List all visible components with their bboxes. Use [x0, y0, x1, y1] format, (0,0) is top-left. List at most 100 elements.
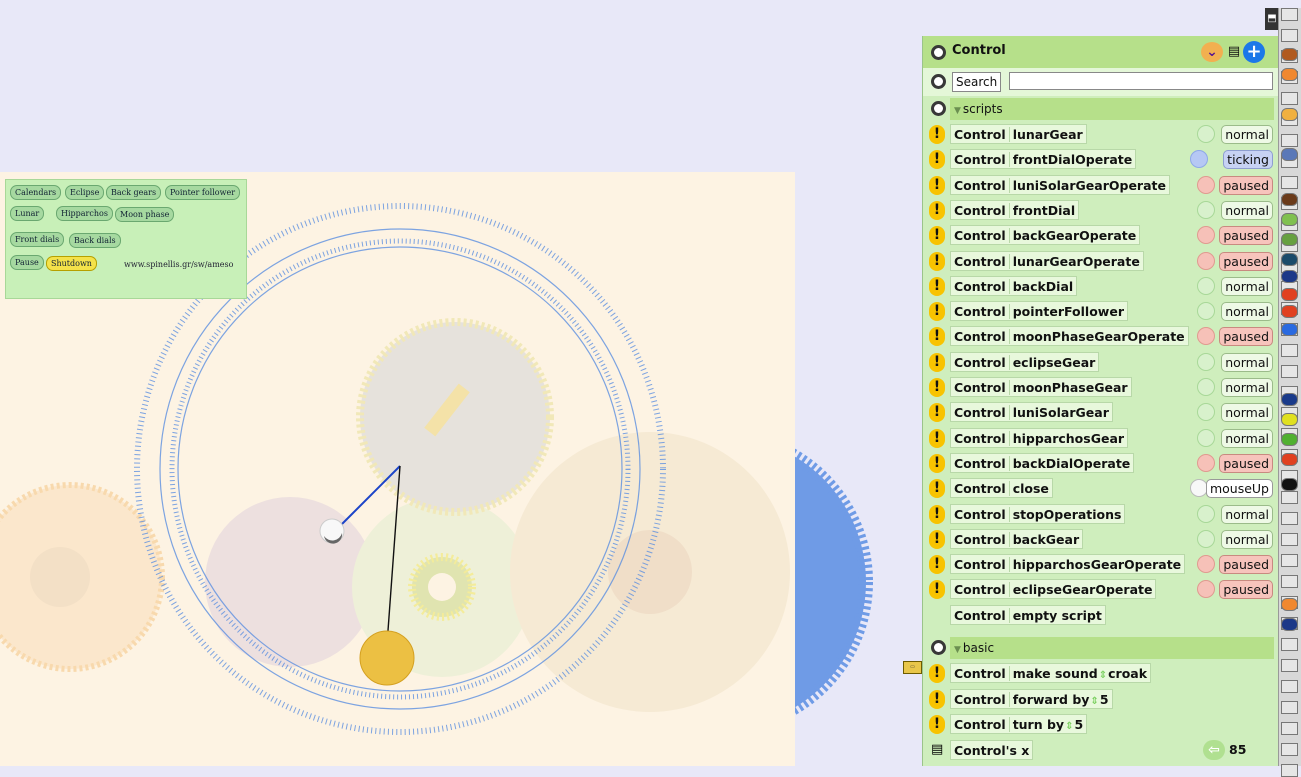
palette-swatch[interactable] — [1281, 680, 1298, 693]
status-label[interactable]: paused — [1219, 175, 1273, 195]
exclamation-icon[interactable]: ! — [929, 125, 945, 144]
front-dials-button[interactable]: Front dials — [10, 232, 65, 247]
exclamation-icon[interactable]: ! — [929, 529, 945, 549]
script-status[interactable]: normal — [1197, 276, 1273, 296]
script-tile[interactable]: Control backGearOperate — [950, 225, 1141, 246]
eclipse-button[interactable]: Eclipse — [65, 185, 105, 200]
command-tile[interactable]: Control turn by⇕5 — [950, 714, 1088, 735]
clock-icon[interactable] — [1197, 251, 1216, 270]
status-label[interactable]: normal — [1221, 125, 1273, 144]
script-tile[interactable]: Control backDial — [950, 275, 1078, 296]
palette-color-swatch[interactable] — [1281, 148, 1298, 161]
palette-color-swatch[interactable] — [1281, 68, 1298, 81]
exclamation-icon[interactable]: ! — [929, 453, 945, 473]
clock-icon[interactable] — [1197, 453, 1216, 472]
moon-phase-button[interactable]: Moon phase — [115, 207, 175, 222]
list-menu-icon[interactable]: ▤ — [1226, 43, 1242, 61]
exclamation-icon[interactable]: ! — [929, 352, 945, 372]
clock-icon[interactable] — [1197, 327, 1216, 346]
script-tile[interactable]: Control luniSolarGearOperate — [950, 174, 1170, 195]
status-label[interactable]: normal — [1221, 529, 1273, 549]
script-tile[interactable]: Control eclipseGearOperate — [950, 579, 1157, 600]
status-label[interactable]: normal — [1221, 276, 1273, 296]
status-label[interactable]: ticking — [1223, 150, 1273, 170]
script-status[interactable]: paused — [1197, 225, 1273, 246]
script-status[interactable]: paused — [1197, 326, 1273, 347]
palette-swatch[interactable] — [1281, 365, 1298, 378]
palette-color-swatch[interactable] — [1281, 193, 1298, 206]
clock-icon[interactable] — [1197, 504, 1216, 523]
script-status[interactable]: normal — [1197, 377, 1273, 397]
palette-swatch[interactable] — [1281, 722, 1298, 735]
status-label[interactable]: normal — [1221, 403, 1273, 423]
clock-icon[interactable] — [1197, 352, 1216, 371]
back-dials-button[interactable]: Back dials — [69, 233, 121, 248]
status-label[interactable]: paused — [1219, 555, 1273, 575]
palette-swatch[interactable] — [1281, 575, 1298, 588]
palette-swatch[interactable] — [1281, 743, 1298, 756]
exclamation-icon[interactable]: ! — [929, 555, 945, 575]
corner-tab-icon[interactable]: ⬒ — [1265, 8, 1279, 30]
palette-swatch[interactable] — [1281, 659, 1298, 672]
exclamation-icon[interactable]: ! — [929, 327, 945, 347]
exclamation-icon[interactable]: ! — [929, 664, 945, 683]
script-status[interactable]: paused — [1197, 175, 1273, 195]
basic-circle-icon[interactable] — [931, 640, 946, 655]
script-tile[interactable]: Control eclipseGear — [950, 351, 1100, 372]
exclamation-icon[interactable]: ! — [929, 200, 945, 220]
script-tile[interactable]: Control stopOperations — [950, 503, 1126, 524]
palette-swatch[interactable] — [1281, 491, 1298, 504]
status-label[interactable]: paused — [1219, 580, 1273, 600]
search-input[interactable] — [1009, 72, 1273, 90]
palette-color-swatch[interactable] — [1281, 413, 1298, 426]
script-tile[interactable]: Control pointerFollower — [950, 301, 1128, 322]
clock-icon[interactable] — [1197, 378, 1216, 396]
palette-color-swatch[interactable] — [1281, 305, 1298, 318]
palette-color-swatch[interactable] — [1281, 213, 1298, 226]
palette-swatch[interactable] — [1281, 533, 1298, 546]
palette-swatch[interactable] — [1281, 92, 1298, 105]
palette-swatch[interactable] — [1281, 29, 1298, 42]
script-tile[interactable]: Control close — [950, 478, 1053, 499]
status-label[interactable]: paused — [1219, 226, 1273, 246]
script-status[interactable]: paused — [1197, 453, 1273, 473]
clock-icon[interactable] — [1197, 555, 1216, 574]
clock-icon[interactable] — [1197, 125, 1216, 143]
exclamation-icon[interactable]: ! — [929, 302, 945, 322]
search-circle-icon[interactable] — [931, 74, 946, 89]
script-tile[interactable]: Control frontDial — [950, 199, 1080, 220]
palette-color-swatch[interactable] — [1281, 323, 1298, 336]
exclamation-icon[interactable]: ! — [929, 175, 945, 195]
script-tile[interactable]: Control luniSolarGear — [950, 402, 1113, 423]
scripts-section-header[interactable]: ▼ scripts — [950, 98, 1274, 120]
chevron-down-icon[interactable]: ⌄ — [1201, 42, 1223, 62]
exclamation-icon[interactable]: ! — [929, 580, 945, 600]
script-status[interactable]: ticking — [1189, 149, 1273, 170]
palette-swatch[interactable] — [1281, 344, 1298, 357]
updown-arrow-icon[interactable]: ⇕ — [1099, 670, 1107, 681]
palette-color-swatch[interactable] — [1281, 253, 1298, 266]
clock-icon[interactable] — [1189, 150, 1208, 169]
palette-color-swatch[interactable] — [1281, 618, 1298, 631]
clock-icon[interactable] — [1197, 200, 1216, 219]
command-argument[interactable]: croak — [1108, 664, 1147, 684]
clock-icon[interactable] — [1197, 403, 1216, 422]
palette-color-swatch[interactable] — [1281, 108, 1298, 121]
scripts-circle-icon[interactable] — [931, 101, 946, 116]
color-palette-strip[interactable] — [1278, 8, 1301, 777]
clock-icon[interactable] — [1197, 529, 1216, 548]
hipparchos-button[interactable]: Hipparchos — [56, 206, 113, 221]
clock-icon[interactable] — [1197, 428, 1216, 447]
command-tile[interactable]: Control forward by⇕5 — [950, 688, 1113, 710]
viewer-tab-handle[interactable]: ▭ — [903, 661, 922, 674]
script-status[interactable]: normal — [1197, 352, 1273, 372]
script-tile[interactable]: Control hipparchosGear — [950, 427, 1129, 448]
command-argument[interactable]: 5 — [1100, 690, 1109, 710]
script-status[interactable]: normal — [1197, 301, 1273, 322]
status-label[interactable]: normal — [1221, 302, 1273, 322]
script-tile[interactable]: Control moonPhaseGearOperate — [950, 326, 1189, 347]
command-argument[interactable]: 5 — [1074, 715, 1083, 735]
x-property-label[interactable]: Control's x — [950, 740, 1034, 760]
script-status[interactable]: paused — [1197, 554, 1273, 575]
arrow-left-icon[interactable]: ⇦ — [1203, 740, 1225, 760]
